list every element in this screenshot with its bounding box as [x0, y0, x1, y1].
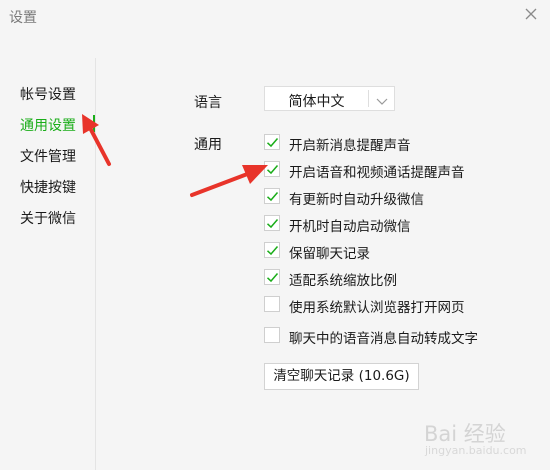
close-icon[interactable] — [519, 2, 543, 26]
check-icon — [266, 138, 279, 148]
settings-window: 设置 帐号设置 通用设置 文件管理 快捷按键 关于微信 语言 简体中文 通用 开… — [0, 0, 550, 470]
checkbox[interactable] — [264, 161, 280, 177]
checkbox[interactable] — [264, 296, 280, 312]
option-label: 适配系统缩放比例 — [289, 273, 397, 289]
checkbox[interactable] — [264, 134, 280, 150]
checkbox[interactable] — [264, 327, 280, 343]
annotation-arrow-sidebar — [82, 114, 111, 166]
language-label: 语言 — [194, 95, 222, 111]
sidebar-item-account[interactable]: 帐号设置 — [20, 84, 76, 104]
select-separator — [368, 90, 369, 107]
sidebar-item-about[interactable]: 关于微信 — [20, 208, 76, 228]
sidebar-item-shortcuts[interactable]: 快捷按键 — [20, 177, 76, 197]
clear-chat-history-button[interactable]: 清空聊天记录 (10.6G) — [264, 363, 419, 390]
check-icon — [266, 273, 279, 283]
option-label: 有更新时自动升级微信 — [289, 192, 424, 208]
sidebar-item-files[interactable]: 文件管理 — [20, 146, 76, 166]
checkbox[interactable] — [264, 188, 280, 204]
language-select[interactable]: 简体中文 — [264, 86, 395, 111]
annotation-arrow-option — [190, 165, 268, 197]
watermark-url: jingyan.baidu.com — [425, 444, 527, 457]
checkbox[interactable] — [264, 269, 280, 285]
option-label: 开启语音和视频通话提醒声音 — [289, 165, 465, 181]
check-icon — [266, 219, 279, 229]
option-label: 开启新消息提醒声音 — [289, 138, 411, 154]
check-icon — [266, 165, 279, 175]
chevron-down-icon — [375, 93, 389, 105]
general-label: 通用 — [194, 137, 222, 153]
option-label: 聊天中的语音消息自动转成文字 — [289, 331, 478, 347]
checkbox[interactable] — [264, 242, 280, 258]
option-label: 使用系统默认浏览器打开网页 — [289, 300, 465, 316]
window-title: 设置 — [9, 10, 37, 26]
sidebar-item-general[interactable]: 通用设置 — [20, 115, 76, 135]
sidebar-divider — [95, 58, 96, 470]
checkbox[interactable] — [264, 215, 280, 231]
check-icon — [266, 246, 279, 256]
language-select-value: 简体中文 — [288, 94, 345, 110]
check-icon — [266, 192, 279, 202]
option-label: 保留聊天记录 — [289, 246, 370, 262]
option-label: 开机时自动启动微信 — [289, 219, 411, 235]
